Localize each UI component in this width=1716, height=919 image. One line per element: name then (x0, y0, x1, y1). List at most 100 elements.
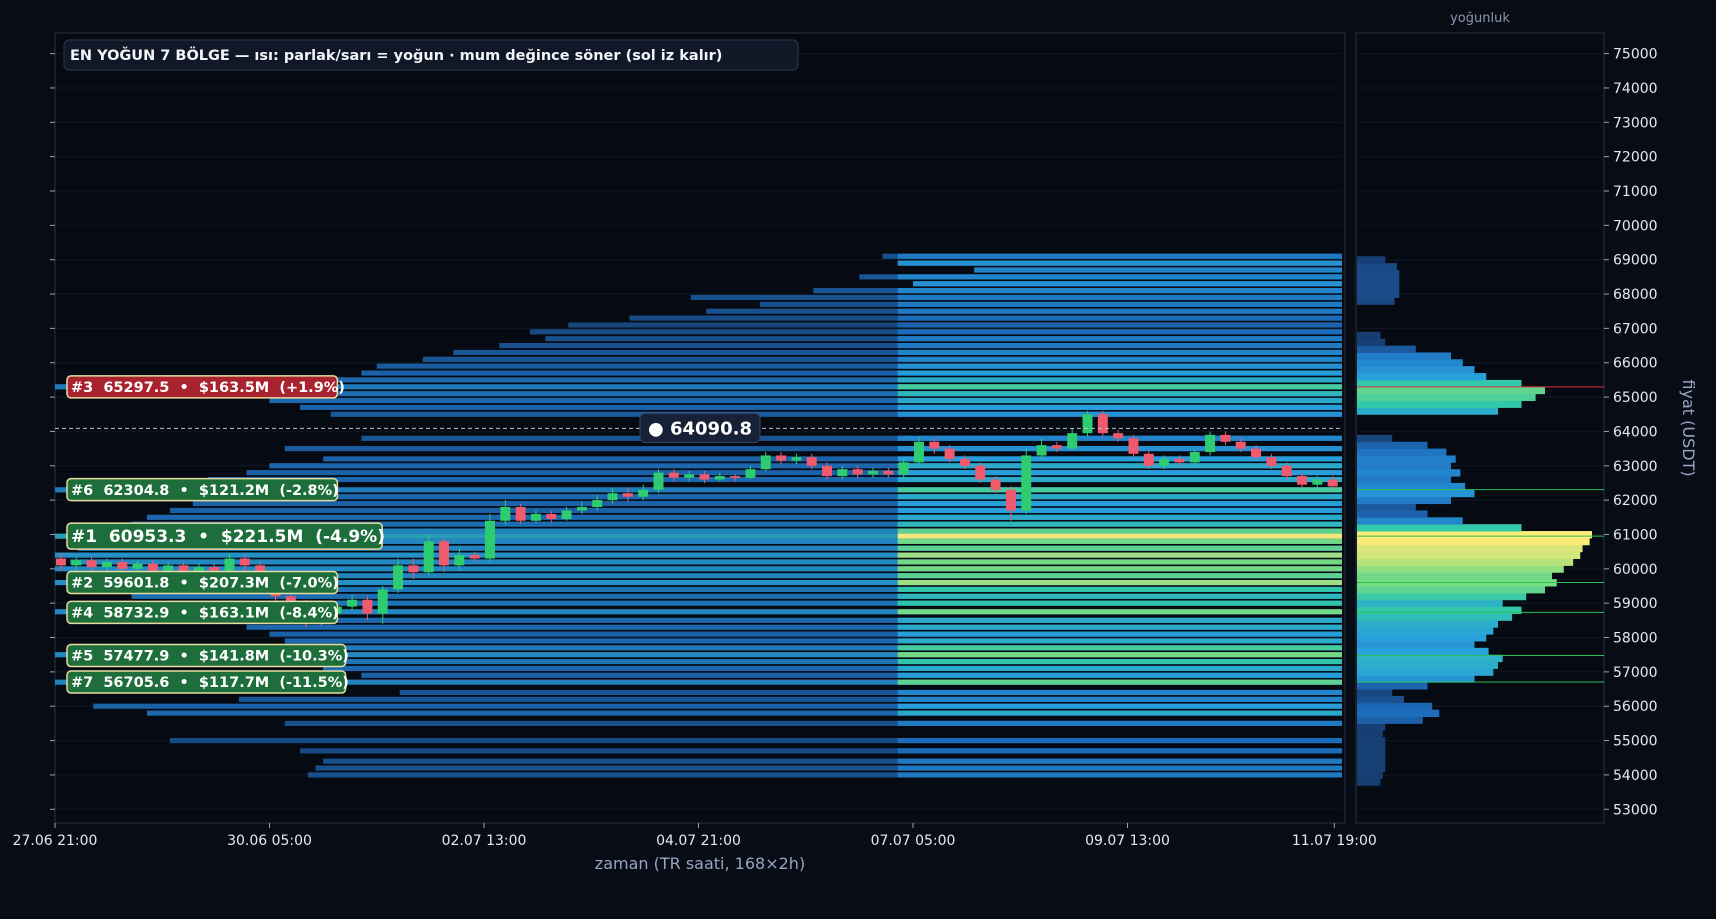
candle-body (745, 469, 756, 478)
density-bar (1357, 489, 1475, 498)
heat-band-bright (897, 765, 1342, 771)
heat-band-bright (897, 377, 1342, 383)
chart-title: EN YOĞUN 7 BÖLGE — ısı: parlak/sarı = yo… (70, 46, 722, 64)
y-tick-label: 61000 (1613, 527, 1658, 543)
density-bar (1357, 634, 1487, 642)
density-bar (1357, 682, 1428, 690)
y-tick-label: 55000 (1613, 734, 1658, 750)
heat-band-bright (897, 645, 1342, 651)
heat-band-bright (897, 507, 1342, 514)
heat-band-bright (897, 356, 1342, 362)
density-bar (1357, 737, 1386, 745)
heat-band-bright (897, 342, 1342, 349)
candle-body (239, 558, 250, 566)
candle-body (1327, 479, 1338, 487)
density-bar (1357, 551, 1581, 560)
density-bar (1357, 750, 1386, 759)
x-tick-label: 30.06 05:00 (227, 833, 312, 849)
density-bar (1357, 270, 1400, 278)
heat-band-bright (897, 638, 1342, 644)
y-tick-label: 72000 (1613, 150, 1658, 166)
density-bar (1357, 345, 1416, 353)
candle-body (408, 565, 419, 573)
candle-body (485, 520, 495, 559)
density-bar (1357, 434, 1393, 443)
candle-body (117, 561, 128, 569)
density-bar (1357, 517, 1463, 525)
candle-body (883, 470, 894, 475)
density-bar (1357, 448, 1447, 456)
density-bar (1357, 373, 1487, 381)
heat-band-bright (897, 679, 1342, 685)
density-bar (1357, 565, 1564, 573)
y-tick-label: 68000 (1613, 287, 1658, 303)
heat-band-bright (897, 566, 1342, 572)
heat-band-bright (897, 586, 1342, 593)
candle-body (760, 455, 771, 470)
y-tick-label: 56000 (1613, 699, 1658, 715)
density-bar (1357, 297, 1395, 305)
density-bar (1357, 771, 1383, 779)
heat-band-bright (897, 384, 1342, 390)
density-bar (1357, 379, 1522, 388)
y-tick-label: 65000 (1613, 390, 1658, 406)
x-tick-label: 11.07 19:00 (1292, 833, 1377, 849)
candle-body (914, 441, 924, 463)
heat-band-bright (897, 710, 1342, 716)
density-bar (1357, 586, 1545, 594)
heat-band-bright (897, 370, 1342, 376)
x-axis-label: zaman (TR saati, 168×2h) (595, 854, 805, 873)
y-tick-label: 63000 (1613, 459, 1658, 475)
heat-band-bright (897, 363, 1342, 369)
heat-band-bright (897, 411, 1342, 417)
candle-body (653, 472, 664, 490)
zone-label: #3 65297.5 • $163.5M (+1.9%) (71, 380, 345, 396)
heat-band-bright (897, 349, 1342, 356)
candle-body (990, 479, 1001, 490)
density-bar (1357, 695, 1404, 704)
x-tick-label: 02.07 13:00 (442, 833, 527, 849)
density-bar (1357, 462, 1451, 470)
heat-band-bright (897, 737, 1342, 744)
y-tick-label: 74000 (1613, 81, 1658, 97)
candle-body (1036, 445, 1047, 456)
heat-band-bright (897, 487, 1342, 493)
heat-band-bright (897, 689, 1342, 696)
candle-body (1205, 434, 1216, 453)
density-bar (1357, 689, 1393, 697)
candle-body (592, 500, 603, 507)
candle-body (423, 541, 434, 573)
chart-root: ● 64090.8 53000 54000 55000 56000 57000 58000… (0, 0, 1716, 915)
heat-band-bright (913, 281, 1342, 287)
candle-body (806, 457, 817, 466)
candle-body (837, 469, 848, 477)
candle-body (868, 470, 878, 475)
density-bar (1357, 730, 1383, 738)
zone-label: #4 58732.9 • $163.1M (-8.4%) (71, 606, 339, 622)
y-tick-label: 71000 (1613, 184, 1658, 200)
density-bar (1357, 647, 1489, 656)
current-price-label: ● 64090.8 (648, 418, 752, 439)
candle-body (699, 474, 710, 480)
heat-band-bright (897, 322, 1342, 328)
candle-body (607, 493, 618, 501)
candle-body (86, 560, 97, 568)
density-bar (1357, 455, 1456, 463)
candle-body (944, 448, 955, 459)
heat-band-bright (897, 514, 1342, 520)
y-tick-label: 75000 (1613, 47, 1658, 63)
heat-band-bright (897, 260, 1342, 266)
density-bar (1357, 723, 1386, 731)
density-bar (1357, 290, 1400, 298)
density-bar (1357, 276, 1400, 285)
density-bar (1357, 441, 1428, 450)
candle-body (362, 599, 373, 614)
zone-label: #6 62304.8 • $121.2M (-2.8%) (71, 483, 339, 499)
y-tick-label: 53000 (1613, 802, 1658, 818)
heat-band-bright (897, 329, 1342, 335)
heat-band-bright (897, 533, 1342, 539)
heat-band-bright (897, 397, 1342, 404)
candle-body (576, 507, 587, 511)
density-bar (1357, 716, 1423, 724)
candle-body (852, 469, 863, 475)
